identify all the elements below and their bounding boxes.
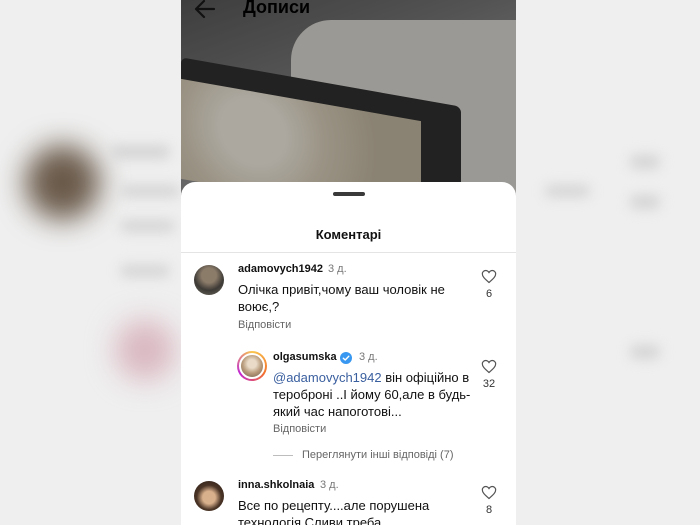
avatar[interactable] (194, 481, 224, 511)
comment-text: @adamovych1942 він офіційно в тероброні … (273, 369, 478, 420)
avatar[interactable] (194, 265, 224, 295)
background-text-blur (630, 345, 660, 359)
comment-time: 3 д. (359, 351, 378, 363)
comment-time: 3 д. (320, 479, 339, 491)
background-avatar-blur (115, 320, 175, 380)
background-text-blur (120, 265, 170, 277)
background-text-blur (120, 185, 180, 197)
avatar[interactable] (237, 351, 267, 381)
background-text-blur (120, 220, 175, 232)
photo-dim-overlay (181, 0, 516, 200)
comments-sheet: Коментарі adamovych1942 3 д. Олічка прив… (181, 182, 516, 525)
back-arrow-icon[interactable] (193, 0, 217, 20)
background-avatar-blur (25, 145, 100, 220)
background-text-blur (630, 155, 660, 169)
comment-username[interactable]: olgasumska (273, 351, 337, 363)
drag-handle[interactable] (333, 192, 365, 196)
view-more-replies-button[interactable]: Переглянути інші відповіді (7) (302, 449, 454, 461)
comment-username[interactable]: inna.shkolnaia (238, 479, 314, 491)
reply-button[interactable]: Відповісти (238, 319, 291, 331)
background-text-blur (110, 145, 170, 159)
heart-icon[interactable] (481, 359, 497, 374)
heart-icon[interactable] (481, 485, 497, 500)
comments-title: Коментарі (315, 227, 382, 242)
background-text-blur (545, 185, 590, 197)
like-count: 32 (482, 378, 496, 390)
comment-time: 3 д. (328, 263, 347, 275)
thread-line (273, 455, 293, 456)
like-count: 8 (485, 504, 493, 516)
verified-badge-icon (340, 352, 352, 364)
comment-username[interactable]: adamovych1942 (238, 263, 323, 275)
comment-text: Все по рецепту....але порушена технологі… (238, 498, 430, 525)
heart-icon[interactable] (481, 269, 497, 284)
divider (181, 252, 516, 253)
comment-text: Олічка привіт,чому ваш чоловік не воює,? (238, 282, 445, 314)
page-title: Дописи (243, 0, 311, 17)
avatar-image (239, 353, 265, 379)
top-bar: Дописи (181, 0, 516, 22)
background-text-blur (630, 195, 660, 209)
like-count: 6 (485, 288, 493, 300)
reply-button[interactable]: Відповісти (273, 423, 326, 435)
mention-link[interactable]: @adamovych1942 (273, 370, 382, 385)
phone-screen: Дописи Коментарі adamovych1942 3 д. Оліч… (181, 0, 516, 525)
